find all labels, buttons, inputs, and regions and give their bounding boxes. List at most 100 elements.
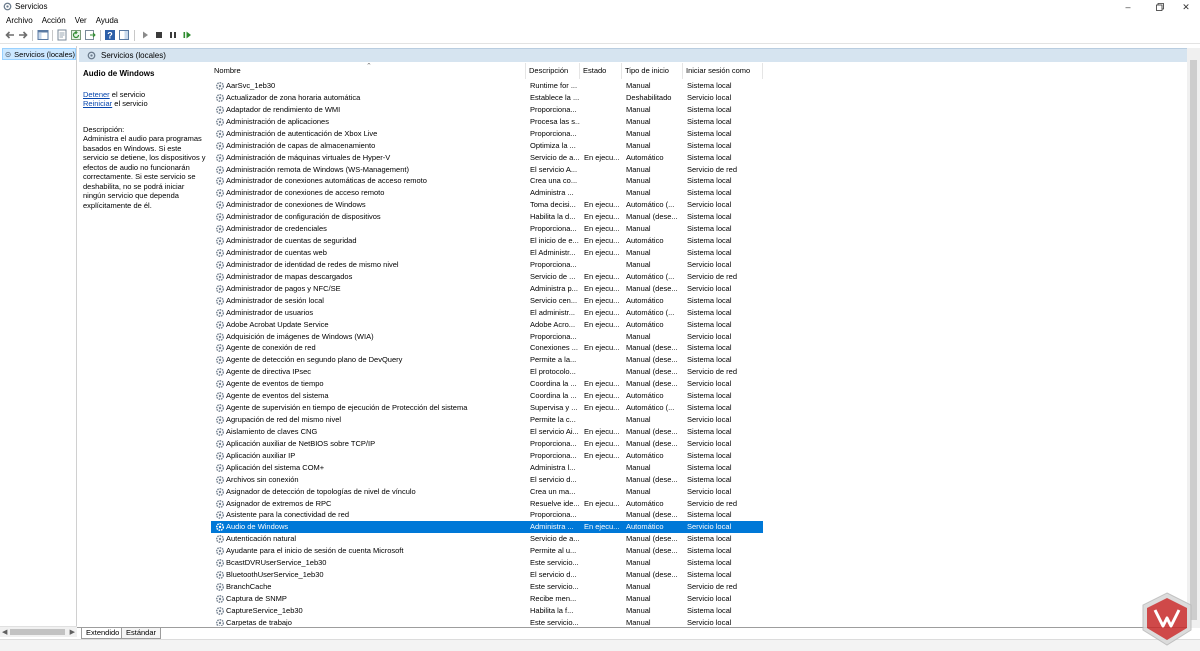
table-row[interactable]: Agente de eventos del sistema Coordina la… [211, 390, 763, 402]
table-row[interactable]: Adaptador de rendimiento de WMI Proporcio… [211, 104, 763, 116]
table-row[interactable]: Administrador de sesión local Servicio ce… [211, 295, 763, 307]
table-row[interactable]: Administrador de pagos y NFC/SE Administr… [211, 283, 763, 295]
table-row[interactable]: AarSvc_1eb30 Runtime for ... Manual Sistema… [211, 80, 763, 92]
table-row[interactable]: Administrador de cuentas de seguridad El … [211, 235, 763, 247]
menu-ver[interactable]: Ver [72, 14, 90, 27]
table-row[interactable]: Ayudante para el inicio de sesión de cue… [211, 545, 763, 557]
service-startup-type: Manual (dese... [626, 510, 678, 520]
restart-service-icon[interactable] [181, 29, 193, 41]
forward-arrow-icon[interactable] [17, 29, 29, 41]
sort-ascending-icon: ⌃ [366, 63, 372, 70]
stop-service-icon[interactable] [153, 29, 165, 41]
table-row[interactable]: Audio de Windows Administra ... En ejecu..… [211, 521, 763, 534]
refresh-icon[interactable] [70, 29, 82, 41]
table-row[interactable]: Adobe Acrobat Update Service Adobe Acro..… [211, 319, 763, 331]
column-header-description[interactable]: Descripción [526, 63, 580, 79]
column-header-startup-type[interactable]: Tipo de inicio [622, 63, 683, 79]
table-row[interactable]: Asignador de detección de topologías de … [211, 486, 763, 498]
help-icon[interactable]: ? [104, 29, 116, 41]
column-header-logon-as[interactable]: Iniciar sesión como [683, 63, 763, 79]
list-vertical-scrollbar[interactable] [1187, 48, 1200, 628]
maximize-icon[interactable] [1146, 0, 1174, 14]
table-row[interactable]: Adquisición de imágenes de Windows (WIA)… [211, 331, 763, 343]
table-row[interactable]: Agente de eventos de tiempo Coordina la .… [211, 378, 763, 390]
service-logon-as: Sistema local [687, 116, 732, 126]
table-row[interactable]: Administración de autenticación de Xbox … [211, 128, 763, 140]
service-gear-icon [215, 117, 225, 126]
table-row[interactable]: Asistente para la conectividad de red Pro… [211, 509, 763, 521]
table-row[interactable]: Administrador de identidad de redes de m… [211, 259, 763, 271]
close-icon[interactable]: ✕ [1172, 0, 1200, 14]
tab-extended[interactable]: Extendido [81, 628, 125, 639]
table-row[interactable]: Captura de SNMP Recibe men... Manual Servic… [211, 593, 763, 605]
column-header-name[interactable]: Nombre ⌃ [211, 63, 526, 79]
table-row[interactable]: Administrador de cuentas web El Administr… [211, 247, 763, 259]
table-row[interactable]: Agrupación de red del mismo nivel Permite… [211, 414, 763, 426]
start-service-icon[interactable] [139, 29, 151, 41]
service-description: Administra ... [530, 188, 574, 198]
menu-archivo[interactable]: Archivo [3, 14, 36, 27]
table-row[interactable]: Administración remota de Windows (WS-Man… [211, 164, 763, 176]
tab-standard[interactable]: Estándar [121, 628, 162, 639]
table-row[interactable]: Administrador de usuarios El administr...… [211, 307, 763, 319]
table-row[interactable]: BluetoothUserService_1eb30 El servicio d.… [211, 569, 763, 581]
scrollbar-thumb[interactable] [10, 629, 65, 635]
table-row[interactable]: Administrador de conexiones de Windows To… [211, 199, 763, 211]
table-row[interactable]: Asignador de extremos de RPC Resuelve ide… [211, 498, 763, 510]
action-pane-icon[interactable] [118, 29, 130, 41]
table-row[interactable]: Aplicación auxiliar IP Proporciona... En e… [211, 450, 763, 462]
service-logon-as: Sistema local [687, 236, 732, 246]
view-tabs: Extendido Estándar [77, 627, 1187, 639]
pause-service-icon[interactable] [167, 29, 179, 41]
service-startup-type: Manual [626, 593, 651, 603]
table-row[interactable]: Administrador de conexiones de acceso re… [211, 187, 763, 199]
service-startup-type: Automático [626, 450, 664, 460]
table-row[interactable]: Actualizador de zona horaria automática E… [211, 92, 763, 104]
table-row[interactable]: Agente de directiva IPsec El protocolo...… [211, 366, 763, 378]
scroll-right-icon[interactable]: ▶ [70, 628, 75, 636]
table-row[interactable]: Aislamiento de claves CNG El servicio Ai.… [211, 426, 763, 438]
stop-service-link[interactable]: Detener [83, 90, 110, 99]
table-row[interactable]: Carpetas de trabajo Este servicio... Manua… [211, 617, 763, 626]
show-console-tree-icon[interactable] [37, 29, 49, 41]
table-row[interactable]: Administración de máquinas virtuales de … [211, 152, 763, 164]
service-name: Autenticación natural [226, 534, 297, 544]
restart-line: Reiniciar el servicio [83, 99, 148, 108]
back-arrow-icon[interactable] [4, 29, 16, 41]
menu-ayuda[interactable]: Ayuda [93, 14, 122, 27]
scroll-left-icon[interactable]: ◀ [2, 628, 7, 636]
table-row[interactable]: Aplicación del sistema COM+ Administra l.… [211, 462, 763, 474]
tree-item-services-local[interactable]: Servicios (locales) [2, 48, 76, 60]
export-list-icon[interactable] [84, 29, 96, 41]
service-logon-as: Sistema local [687, 343, 732, 353]
properties-sheet-icon[interactable] [56, 29, 68, 41]
table-row[interactable]: BranchCache Este servicio... Manual Servici… [211, 581, 763, 593]
table-row[interactable]: Archivos sin conexión El servicio d... Man… [211, 474, 763, 486]
scrollbar-thumb[interactable] [1190, 60, 1197, 620]
table-row[interactable]: Administrador de credenciales Proporciona… [211, 223, 763, 235]
table-row[interactable]: CaptureService_1eb30 Habilita la f... Manu… [211, 605, 763, 617]
minimize-icon[interactable]: – [1114, 0, 1142, 14]
table-row[interactable]: Administración de aplicaciones Procesa la… [211, 116, 763, 128]
table-row[interactable]: Agente de conexión de red Conexiones ... E… [211, 342, 763, 354]
table-row[interactable]: Administración de capas de almacenamient… [211, 140, 763, 152]
table-row[interactable]: BcastDVRUserService_1eb30 Este servicio..… [211, 557, 763, 569]
service-logon-as: Sistema local [687, 534, 732, 544]
table-row[interactable]: Agente de detección en segundo plano de … [211, 354, 763, 366]
service-status: En ejecu... [584, 379, 620, 389]
service-logon-as: Sistema local [687, 104, 732, 114]
restart-service-link[interactable]: Reiniciar [83, 99, 112, 108]
table-row[interactable]: Administrador de conexiones automáticas … [211, 175, 763, 187]
service-description: Proporciona... [530, 104, 577, 114]
tree-horizontal-scrollbar[interactable]: ◀ ▶ [0, 626, 77, 637]
service-logon-as: Sistema local [687, 355, 732, 365]
table-row[interactable]: Administrador de mapas descargados Servic… [211, 271, 763, 283]
menu-accion[interactable]: Acción [39, 14, 69, 27]
service-gear-icon [215, 582, 225, 592]
column-header-status[interactable]: Estado [580, 63, 622, 79]
description-label: Descripción: [83, 124, 125, 134]
table-row[interactable]: Administrador de configuración de dispos… [211, 211, 763, 223]
table-row[interactable]: Agente de supervisión en tiempo de ejecu… [211, 402, 763, 414]
table-row[interactable]: Autenticación natural Servicio de a... Man… [211, 533, 763, 545]
table-row[interactable]: Aplicación auxiliar de NetBIOS sobre TCP… [211, 438, 763, 450]
